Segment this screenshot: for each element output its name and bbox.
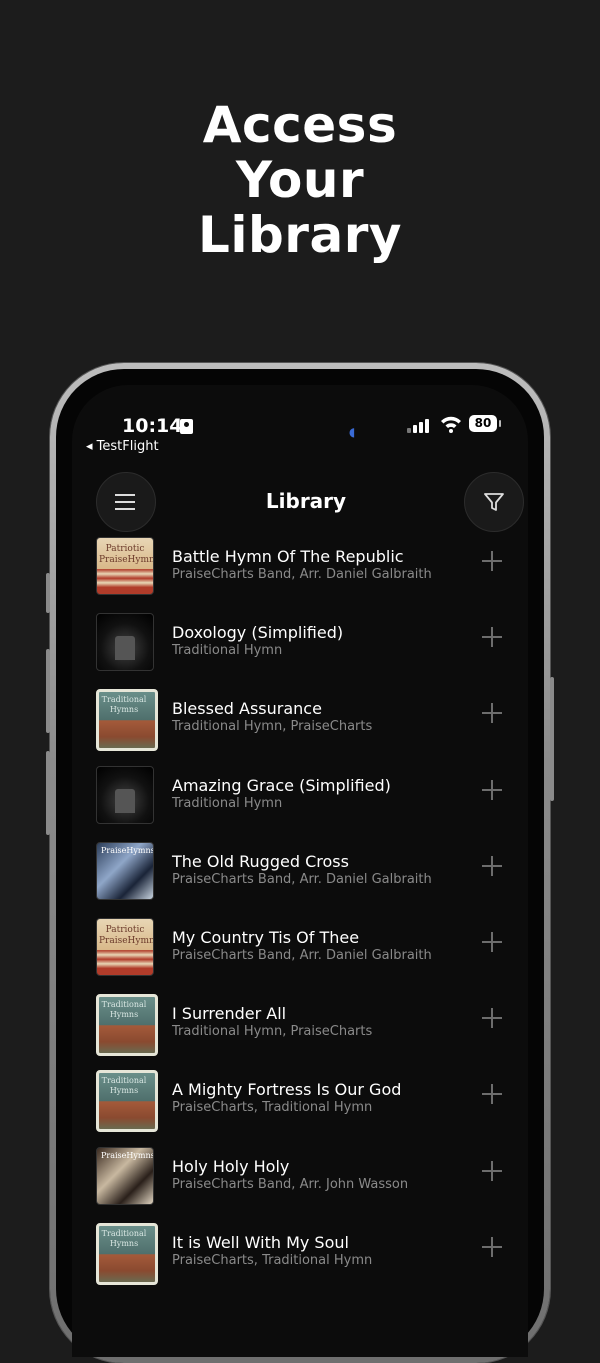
id-card-icon <box>180 419 193 434</box>
phone-volume-up-button <box>46 649 50 733</box>
phone-screen: 10:14 ◂ TestFlight ◖ 80 Library Patrioti… <box>72 385 528 1357</box>
song-row[interactable]: My Country Tis Of TheePraiseCharts Band,… <box>72 914 528 990</box>
song-artist: Traditional Hymn, PraiseCharts <box>172 1024 373 1040</box>
album-art <box>96 613 154 672</box>
song-title: It is Well With My Soul <box>172 1232 349 1252</box>
song-row[interactable]: A Mighty Fortress Is Our GodPraiseCharts… <box>72 1066 528 1142</box>
add-song-plus-icon[interactable] <box>482 551 502 571</box>
album-art <box>96 841 154 900</box>
battery-indicator: 80 <box>469 415 501 432</box>
song-row[interactable]: Amazing Grace (Simplified) Traditional Hy… <box>72 762 528 838</box>
song-artist: PraiseCharts Band, Arr. John Wasson <box>172 1176 409 1192</box>
song-artist: PraiseCharts Band, Arr. Daniel Galbraith <box>172 871 432 887</box>
album-art <box>96 537 154 595</box>
filter-button[interactable] <box>464 472 524 532</box>
song-title: I Surrender All <box>172 1004 287 1024</box>
song-row[interactable]: Blessed AssuranceTraditional Hymn, Prais… <box>72 685 528 761</box>
album-art <box>96 918 154 976</box>
album-art <box>96 994 158 1057</box>
song-title: A Mighty Fortress Is Our God <box>172 1080 402 1100</box>
add-song-plus-icon[interactable] <box>482 779 502 800</box>
song-row[interactable]: It is Well With My SoulPraiseCharts, Tra… <box>72 1219 528 1295</box>
song-artist: Traditional Hymn <box>172 643 283 659</box>
phone-bezel: 10:14 ◂ TestFlight ◖ 80 Library Patrioti… <box>56 369 544 1357</box>
album-art <box>96 1070 158 1133</box>
add-song-plus-icon[interactable] <box>482 1160 502 1181</box>
song-title: My Country Tis Of Thee <box>172 928 360 947</box>
song-title: Doxology (Simplified) <box>172 623 344 643</box>
song-title: Blessed Assurance <box>172 699 322 719</box>
song-title: The Old Rugged Cross <box>172 851 349 871</box>
promo-headline: Access Your Library <box>0 98 600 263</box>
song-artist: PraiseCharts, Traditional Hymn <box>172 1100 373 1116</box>
song-row[interactable]: Battle Hymn Of The RepublicPraiseCharts … <box>72 533 528 609</box>
song-row[interactable]: Doxology (Simplified) Traditional Hymn <box>72 609 528 685</box>
album-art <box>96 1222 158 1285</box>
song-title: Battle Hymn Of The Republic <box>172 547 404 566</box>
album-art <box>96 765 154 824</box>
song-artist: Traditional Hymn <box>172 795 283 811</box>
headline-line-1: Access <box>202 96 398 154</box>
song-artist: PraiseCharts, Traditional Hymn <box>172 1252 373 1268</box>
library-nav-bar: Library <box>72 465 528 532</box>
song-artist: PraiseCharts Band, Arr. Daniel Galbraith <box>172 567 432 582</box>
song-row[interactable]: The Old Rugged CrossPraiseCharts Band, A… <box>72 838 528 914</box>
song-artist: Traditional Hymn, PraiseCharts <box>172 719 373 735</box>
album-art <box>96 689 158 752</box>
add-song-plus-icon[interactable] <box>482 932 502 952</box>
cellular-signal-icon <box>407 417 429 433</box>
back-to-testflight-link[interactable]: ◂ TestFlight <box>86 439 159 454</box>
song-title: Holy Holy Holy <box>172 1156 290 1176</box>
dynamic-island-indicator-icon: ◖ <box>349 425 356 439</box>
phone-action-button <box>46 573 50 613</box>
page-title: Library <box>265 489 347 513</box>
add-song-plus-icon[interactable] <box>482 1008 502 1029</box>
album-art <box>96 1146 154 1205</box>
add-song-plus-icon[interactable] <box>482 855 502 876</box>
headline-line-2: Your <box>235 151 365 209</box>
status-time: 10:14 <box>122 415 183 437</box>
song-row[interactable]: I Surrender AllTraditional Hymn, PraiseC… <box>72 990 528 1066</box>
add-song-plus-icon[interactable] <box>482 1236 502 1257</box>
song-row[interactable]: Holy Holy HolyPraiseCharts Band, Arr. Jo… <box>72 1143 528 1219</box>
phone-volume-down-button <box>46 751 50 835</box>
song-artist: PraiseCharts Band, Arr. Daniel Galbraith <box>172 948 432 963</box>
wifi-icon <box>441 416 461 433</box>
filter-funnel-icon <box>484 493 504 511</box>
song-title: Amazing Grace (Simplified) <box>172 775 391 795</box>
add-song-plus-icon[interactable] <box>482 1084 502 1105</box>
add-song-plus-icon[interactable] <box>482 627 502 648</box>
add-song-plus-icon[interactable] <box>482 703 502 724</box>
headline-line-3: Library <box>198 206 402 264</box>
phone-frame: 10:14 ◂ TestFlight ◖ 80 Library Patrioti… <box>46 363 554 1363</box>
phone-power-button <box>550 677 554 801</box>
